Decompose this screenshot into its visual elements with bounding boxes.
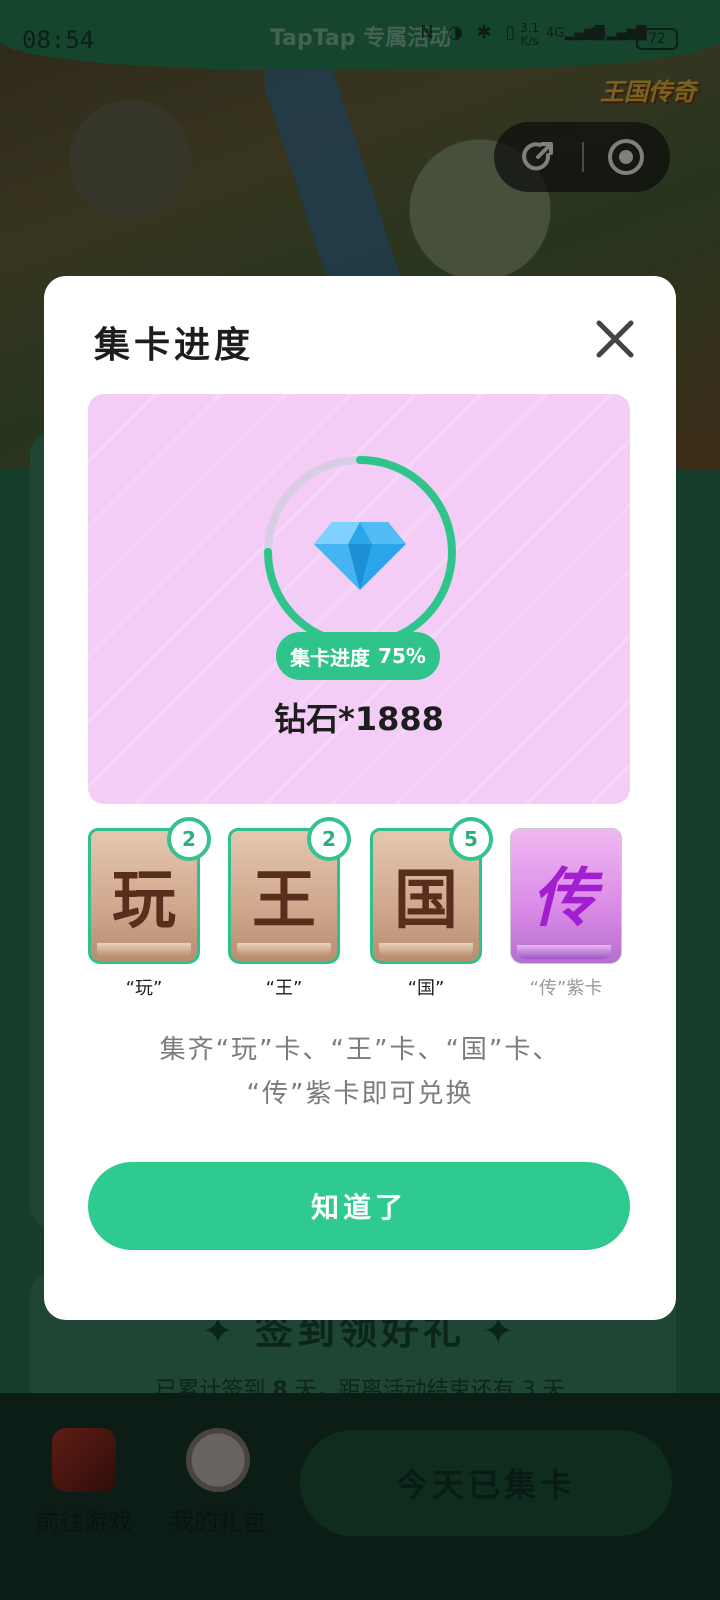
card-scroll-bottom — [237, 943, 331, 957]
close-button[interactable] — [594, 318, 636, 360]
card-scroll-bottom — [97, 943, 191, 957]
card-frame: 王 2 — [228, 817, 351, 964]
card-character: 国 — [394, 863, 458, 938]
card-list: 玩 2 “玩” 王 2 “王” 国 5 “国” 传 “传”紫卡 — [88, 817, 648, 1008]
diamond-icon — [314, 522, 406, 590]
reward-text: 钻石*1888 — [274, 700, 444, 738]
card-wang: 王 2 “王” — [228, 817, 351, 1000]
card-frame: 玩 2 — [88, 817, 211, 964]
card-count-badge: 2 — [167, 817, 211, 861]
card-label: “王” — [265, 978, 303, 999]
card-frame: 国 5 — [370, 817, 493, 964]
card-label: “玩” — [125, 978, 163, 999]
modal-title: 集卡进度 — [94, 325, 255, 366]
card-character: 传 — [532, 861, 596, 936]
got-it-button[interactable]: 知道了 — [88, 1162, 630, 1250]
card-frame: 传 — [510, 828, 622, 964]
card-scroll-bottom — [517, 945, 611, 959]
card-progress-modal: 集卡进度 集卡进度 75% 钻石*1888 玩 2 “玩” 王 2 “王” 国 … — [44, 276, 676, 1320]
card-label: “传”紫卡 — [529, 978, 603, 999]
card-character: 王 — [252, 863, 316, 938]
card-chuan-purple: 传 “传”紫卡 — [510, 828, 622, 1000]
close-icon — [596, 320, 634, 358]
card-count-badge: 2 — [307, 817, 351, 861]
card-count-badge: 5 — [449, 817, 493, 861]
card-character: 玩 — [112, 863, 176, 938]
card-scroll-bottom — [379, 943, 473, 957]
card-label: “国” — [407, 978, 445, 999]
progress-pill: 集卡进度 75% — [276, 632, 440, 680]
card-guo: 国 5 “国” — [370, 817, 493, 1000]
card-wan: 玩 2 “玩” — [88, 817, 211, 1000]
exchange-description: 集齐“玩”卡、“王”卡、“国”卡、 “传”紫卡即可兑换 — [159, 1035, 561, 1109]
progress-panel: 集卡进度 75% 钻石*1888 — [88, 394, 630, 804]
